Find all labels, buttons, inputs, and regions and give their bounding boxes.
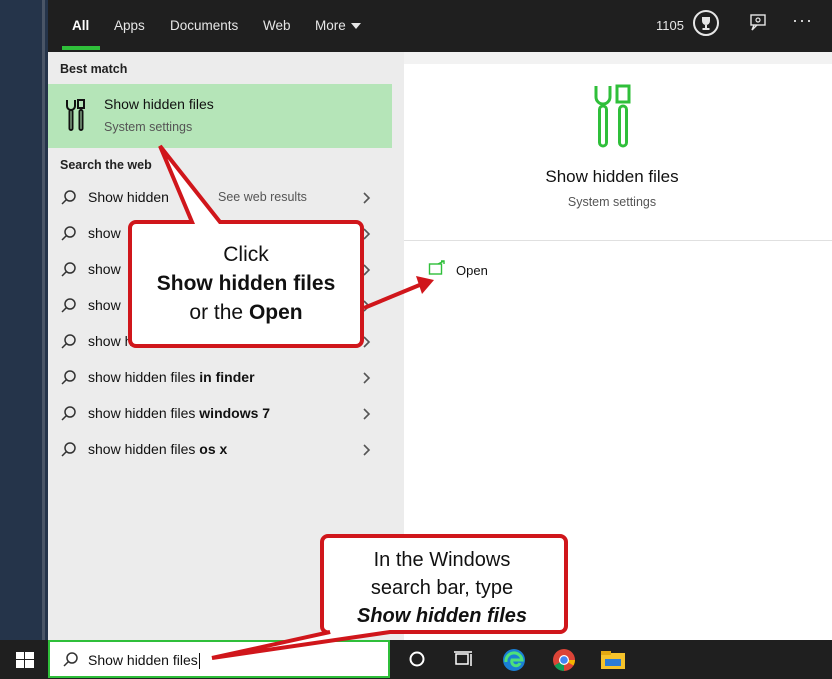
tab-web[interactable]: Web	[263, 18, 291, 33]
settings-tools-icon	[592, 84, 632, 153]
search-icon	[60, 369, 78, 392]
best-match-subtitle: System settings	[104, 120, 193, 134]
callout-top-line1: Click	[223, 243, 269, 266]
callout-bottom-line1: In the Windows	[373, 549, 511, 571]
tab-more[interactable]: More	[315, 18, 361, 33]
callout-top-line3-bold: Open	[248, 301, 303, 324]
web-result-text: show	[88, 297, 121, 313]
search-query: Show hidden files	[88, 652, 198, 668]
web-result-text: show	[88, 225, 121, 241]
callout-bottom-text: In the Windows search bar, type Show hid…	[326, 546, 558, 630]
search-icon	[60, 297, 78, 320]
chevron-right-icon[interactable]	[362, 407, 372, 426]
web-result-normal: show hidden files	[88, 369, 200, 385]
web-result-bold: os x	[199, 441, 228, 457]
search-icon	[60, 405, 78, 428]
callout-top-line3-normal: or the	[189, 301, 249, 324]
search-icon	[62, 651, 80, 674]
search-icon	[60, 225, 78, 248]
settings-tools-icon	[64, 98, 88, 137]
window-edge-line	[42, 0, 45, 640]
best-match-item[interactable]: Show hidden files System settings	[48, 84, 392, 148]
file-explorer-icon[interactable]	[600, 648, 626, 677]
search-icon	[60, 441, 78, 464]
best-match-title: Show hidden files	[104, 96, 214, 112]
tab-more-label: More	[315, 18, 346, 33]
callout-top-text: Click Show hidden files or the Open	[130, 240, 362, 327]
rewards-points: 1105	[656, 18, 684, 33]
callout-bottom-line2: search bar, type	[370, 577, 514, 599]
tab-all[interactable]: All	[72, 18, 89, 33]
search-icon	[60, 261, 78, 284]
web-result-row[interactable]: show hidden files windows 7	[48, 396, 392, 432]
chevron-right-icon[interactable]	[362, 371, 372, 390]
callout-top-line3: or the Open	[130, 298, 362, 327]
chevron-right-icon[interactable]	[362, 443, 372, 462]
preview-title: Show hidden files	[545, 167, 679, 186]
best-match-heading: Best match	[60, 62, 128, 76]
desktop-edge	[0, 0, 48, 640]
open-action[interactable]: Open	[456, 263, 488, 278]
callout-top-line2: Show hidden files	[156, 272, 336, 295]
arrow-to-open	[363, 276, 434, 310]
chevron-down-icon	[350, 23, 361, 30]
search-icon	[60, 189, 78, 212]
search-icon	[60, 333, 78, 356]
web-result-row[interactable]: show hidden files os x	[48, 432, 392, 468]
web-result-text: show	[88, 261, 121, 277]
windows-logo-icon[interactable]	[16, 652, 34, 673]
callout-bottom-line3: Show hidden files	[356, 605, 527, 627]
preview-subtitle: System settings	[567, 195, 657, 209]
trophy-icon[interactable]	[693, 10, 719, 36]
web-result-text: show hidden files os x	[88, 441, 227, 457]
web-result-normal: show hidden files	[88, 441, 200, 457]
divider	[404, 240, 832, 241]
feedback-icon[interactable]	[748, 12, 768, 37]
active-tab-indicator	[62, 46, 100, 50]
search-topbar: All Apps Documents Web More 1105 ···	[48, 0, 832, 52]
web-result-text: show hidden files windows 7	[88, 405, 270, 421]
more-icon[interactable]: ···	[792, 10, 813, 31]
web-result-text: show hidden files in finder	[88, 369, 255, 385]
search-input-value: Show hidden files	[88, 652, 200, 670]
web-result-bold: in finder	[199, 369, 255, 385]
tab-apps[interactable]: Apps	[114, 18, 145, 33]
tab-documents[interactable]: Documents	[170, 18, 238, 33]
web-result-bold: windows 7	[199, 405, 271, 421]
web-result-normal: show hidden files	[88, 405, 200, 421]
